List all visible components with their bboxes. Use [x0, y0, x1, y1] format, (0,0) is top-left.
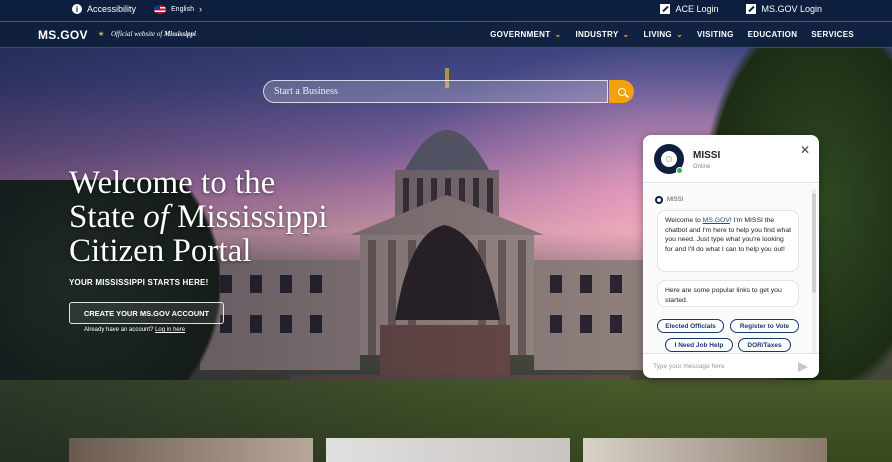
bot-name: MISSI [693, 150, 721, 161]
search-icon [617, 87, 626, 96]
online-status-icon [676, 167, 683, 174]
quick-reply-register-to-vote[interactable]: Register to Vote [730, 319, 799, 333]
search-box [263, 80, 608, 103]
nav-links: GOVERNMENT ⌄ INDUSTRY ⌄ LIVING ⌄ VISITIN… [490, 30, 854, 39]
nav-label: SERVICES [811, 30, 854, 39]
chevron-down-icon: ⌄ [622, 30, 630, 39]
quick-reply-job-help[interactable]: I Need Job Help [665, 338, 733, 352]
utility-bar: i Accessibility English › ACE Login MS.G… [0, 0, 892, 21]
accessibility-label: Accessibility [87, 4, 137, 14]
nav-living[interactable]: LIVING ⌄ [643, 30, 682, 39]
chat-input-bar [643, 353, 819, 378]
accessibility-icon: i [72, 4, 82, 14]
nav-label: INDUSTRY [575, 30, 619, 39]
site-logo[interactable]: MS.GOV [38, 28, 88, 42]
send-icon[interactable] [798, 362, 808, 372]
chat-message: Here are some popular links to get you s… [657, 280, 799, 307]
msgov-link[interactable]: MS.GOV [703, 217, 730, 224]
sender-name: MISSI [667, 197, 684, 203]
scrollbar-thumb[interactable] [812, 193, 816, 293]
search-input[interactable] [264, 81, 607, 102]
chat-message: Welcome to MS.GOV! I'm MISSI the chatbot… [657, 210, 799, 272]
quick-reply-elected-officials[interactable]: Elected Officials [657, 319, 724, 333]
avatar [655, 196, 663, 204]
search-button[interactable] [609, 80, 634, 103]
main-nav: MS.GOV ★ Official website of Mississippi… [0, 21, 892, 48]
msgov-login-label: MS.GOV Login [761, 4, 822, 14]
message-text: Welcome to [665, 217, 703, 224]
ace-login-link[interactable]: ACE Login [660, 4, 718, 14]
nav-government[interactable]: GOVERNMENT ⌄ [490, 30, 561, 39]
chat-message-input[interactable] [653, 360, 793, 373]
star-icon: ★ [98, 31, 105, 38]
nav-label: VISITING [696, 30, 734, 39]
feature-card[interactable] [326, 438, 570, 462]
nav-visiting[interactable]: VISITING [697, 30, 734, 39]
title-line-3: Citizen Portal [69, 233, 252, 269]
tagline-state: Mississippi [164, 30, 196, 38]
msgov-login-link[interactable]: MS.GOV Login [746, 4, 822, 14]
site-tagline: Official website of Mississippi [111, 30, 196, 38]
ace-login-label: ACE Login [675, 4, 719, 14]
title-line-2: State of Mississippi [69, 200, 328, 234]
nav-label: LIVING [643, 30, 672, 39]
us-flag-icon [154, 4, 167, 14]
feature-card[interactable] [583, 438, 827, 462]
scrollbar[interactable] [812, 189, 816, 354]
edit-icon [660, 4, 671, 14]
page-title: Welcome to the State of Mississippi Citi… [69, 166, 328, 268]
close-icon[interactable]: ✕ [800, 143, 810, 157]
bot-status: Online [693, 164, 711, 170]
feature-card[interactable] [69, 438, 313, 462]
chevron-down-icon: ⌄ [554, 30, 562, 39]
chevron-right-icon: › [198, 4, 202, 14]
title-line-1: Welcome to the [69, 165, 276, 201]
nav-label: GOVERNMENT [490, 30, 551, 39]
nav-industry[interactable]: INDUSTRY ⌄ [575, 30, 629, 39]
nav-education[interactable]: EDUCATION [748, 30, 798, 39]
quick-reply-dor-taxes[interactable]: DOR/Taxes [738, 338, 791, 352]
message-sender: MISSI [655, 196, 683, 204]
login-link[interactable]: Log in here [155, 327, 185, 333]
chevron-down-icon: ⌄ [675, 30, 683, 39]
language-label: English [171, 5, 194, 13]
edit-icon [746, 4, 757, 14]
login-prompt-text: Already have an account? [84, 327, 156, 333]
nav-label: EDUCATION [747, 30, 798, 39]
title-of: of [143, 199, 169, 235]
chat-header: MISSI Online ✕ [643, 135, 819, 183]
chatbot-widget: MISSI Online ✕ MISSI Welcome to MS.GOV! … [643, 135, 819, 378]
title-state: State [69, 199, 144, 235]
nav-services[interactable]: SERVICES [811, 30, 854, 39]
subheading: YOUR MISSISSIPPI STARTS HERE! [69, 278, 209, 287]
magnolia-icon [661, 151, 677, 167]
tagline-prefix: Official website of [111, 30, 163, 38]
login-prompt: Already have an account? Log in here [84, 327, 185, 333]
language-selector[interactable]: English › [154, 4, 202, 14]
create-account-button[interactable]: CREATE YOUR MS.GOV ACCOUNT [69, 302, 224, 324]
title-mississippi: Mississippi [168, 199, 328, 235]
accessibility-link[interactable]: i Accessibility [72, 4, 136, 14]
